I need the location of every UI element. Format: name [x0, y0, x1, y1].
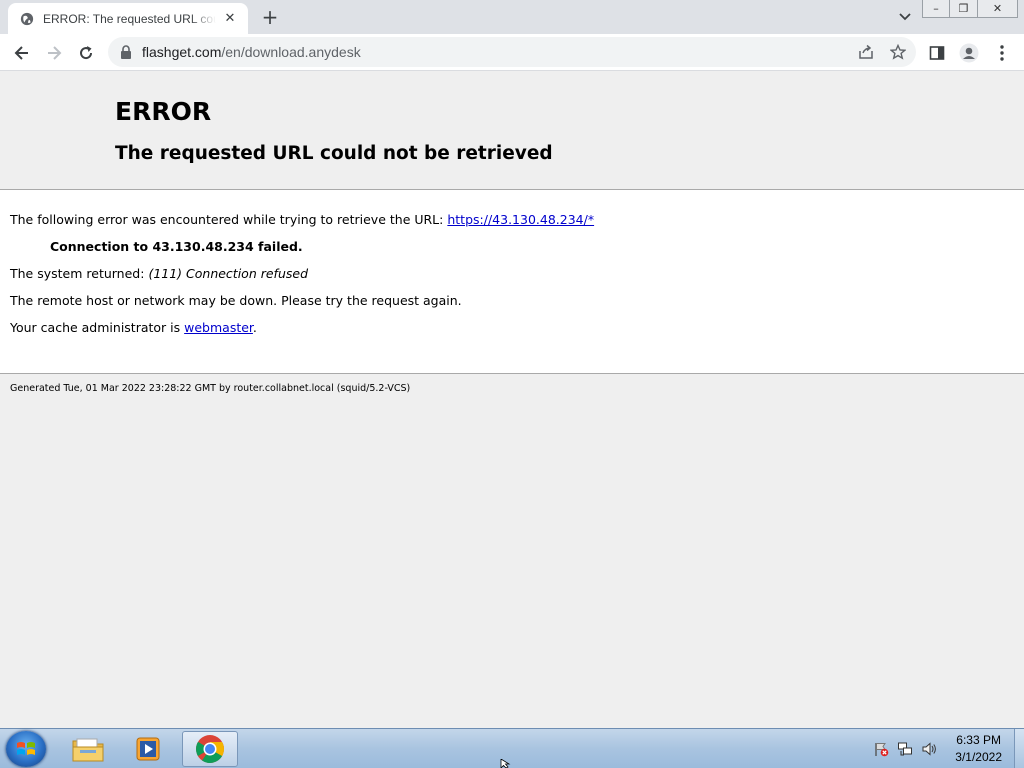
tab-search-chevron-icon[interactable]: [896, 9, 914, 25]
connection-failed-line: Connection to 43.130.48.234 failed.: [50, 239, 303, 254]
browser-tab[interactable]: ERROR: The requested URL could not be re…: [8, 3, 248, 34]
taskbar-media-player-button[interactable]: [120, 731, 176, 767]
windows-logo-icon: [17, 742, 35, 755]
back-button[interactable]: [10, 41, 34, 65]
lock-icon[interactable]: [120, 45, 132, 59]
url-path: /en/download.anydesk: [221, 44, 361, 60]
url-text: flashget.com/en/download.anydesk: [142, 44, 361, 60]
tab-close-icon[interactable]: ✕: [222, 11, 238, 27]
cache-admin-line: Your cache administrator is webmaster.: [10, 320, 257, 335]
error-body: The following error was encountered whil…: [0, 190, 1024, 374]
side-panel-icon[interactable]: [926, 42, 948, 64]
reload-button[interactable]: [74, 41, 98, 65]
error-subtitle: The requested URL could not be retrieved: [115, 143, 553, 164]
restore-button[interactable]: ❐: [950, 0, 978, 18]
generated-footer: Generated Tue, 01 Mar 2022 23:28:22 GMT …: [10, 383, 411, 394]
menu-kebab-icon[interactable]: [991, 42, 1013, 64]
reload-icon: [80, 46, 93, 60]
clock-date: 3/1/2022: [955, 750, 1002, 764]
window-controls: – ❐ ✕: [922, 0, 1018, 18]
remote-host-line: The remote host or network may be down. …: [10, 293, 462, 308]
webmaster-link[interactable]: webmaster: [184, 320, 253, 335]
minimize-button[interactable]: –: [922, 0, 950, 18]
volume-speaker-icon[interactable]: [921, 741, 937, 757]
action-center-flag-icon[interactable]: [873, 741, 889, 757]
chrome-icon: [196, 735, 224, 763]
url-host: flashget.com: [142, 44, 222, 60]
error-url-link[interactable]: https://43.130.48.234/*: [447, 212, 594, 227]
mouse-cursor-icon: [500, 759, 511, 768]
system-tray: 6:33 PM 3/1/2022: [869, 729, 1024, 768]
tab-strip: ERROR: The requested URL could not be re…: [0, 0, 1024, 34]
cache-admin-period: .: [252, 320, 257, 335]
system-returned-text: The system returned:: [10, 266, 145, 281]
back-arrow-icon: [14, 46, 28, 60]
media-player-icon: [136, 737, 160, 761]
error-url-text: The following error was encountered whil…: [10, 212, 444, 227]
new-tab-button[interactable]: +: [258, 5, 282, 29]
folder-icon: [72, 738, 104, 762]
page-content: ERROR The requested URL could not be ret…: [0, 71, 1024, 728]
address-bar[interactable]: flashget.com/en/download.anydesk: [108, 37, 916, 67]
windows-taskbar: 6:33 PM 3/1/2022: [0, 728, 1024, 768]
forward-button[interactable]: [42, 41, 66, 65]
start-button[interactable]: [6, 731, 46, 767]
system-returned-line: The system returned: (111) Connection re…: [10, 266, 308, 281]
tab-title: ERROR: The requested URL could not be re…: [43, 11, 216, 26]
taskbar-explorer-button[interactable]: [60, 731, 116, 767]
cache-admin-text: Your cache administrator is: [10, 320, 181, 335]
show-desktop-button[interactable]: [1014, 729, 1024, 768]
taskbar-clock[interactable]: 6:33 PM 3/1/2022: [955, 732, 1002, 766]
share-icon[interactable]: [856, 43, 876, 61]
error-header: ERROR The requested URL could not be ret…: [0, 71, 1024, 190]
error-url-line: The following error was encountered whil…: [10, 212, 594, 227]
network-icon[interactable]: [897, 741, 913, 757]
clock-time: 6:33 PM: [956, 733, 1001, 747]
forward-arrow-icon: [48, 46, 62, 60]
close-window-button[interactable]: ✕: [978, 0, 1018, 18]
profile-avatar-icon[interactable]: [958, 42, 980, 64]
taskbar-chrome-button[interactable]: [182, 731, 238, 767]
browser-toolbar: flashget.com/en/download.anydesk: [0, 34, 1024, 71]
globe-icon: [20, 12, 34, 25]
bookmark-star-icon[interactable]: [888, 43, 908, 61]
system-returned-error: (111) Connection refused: [148, 266, 309, 281]
error-title: ERROR: [115, 97, 212, 126]
